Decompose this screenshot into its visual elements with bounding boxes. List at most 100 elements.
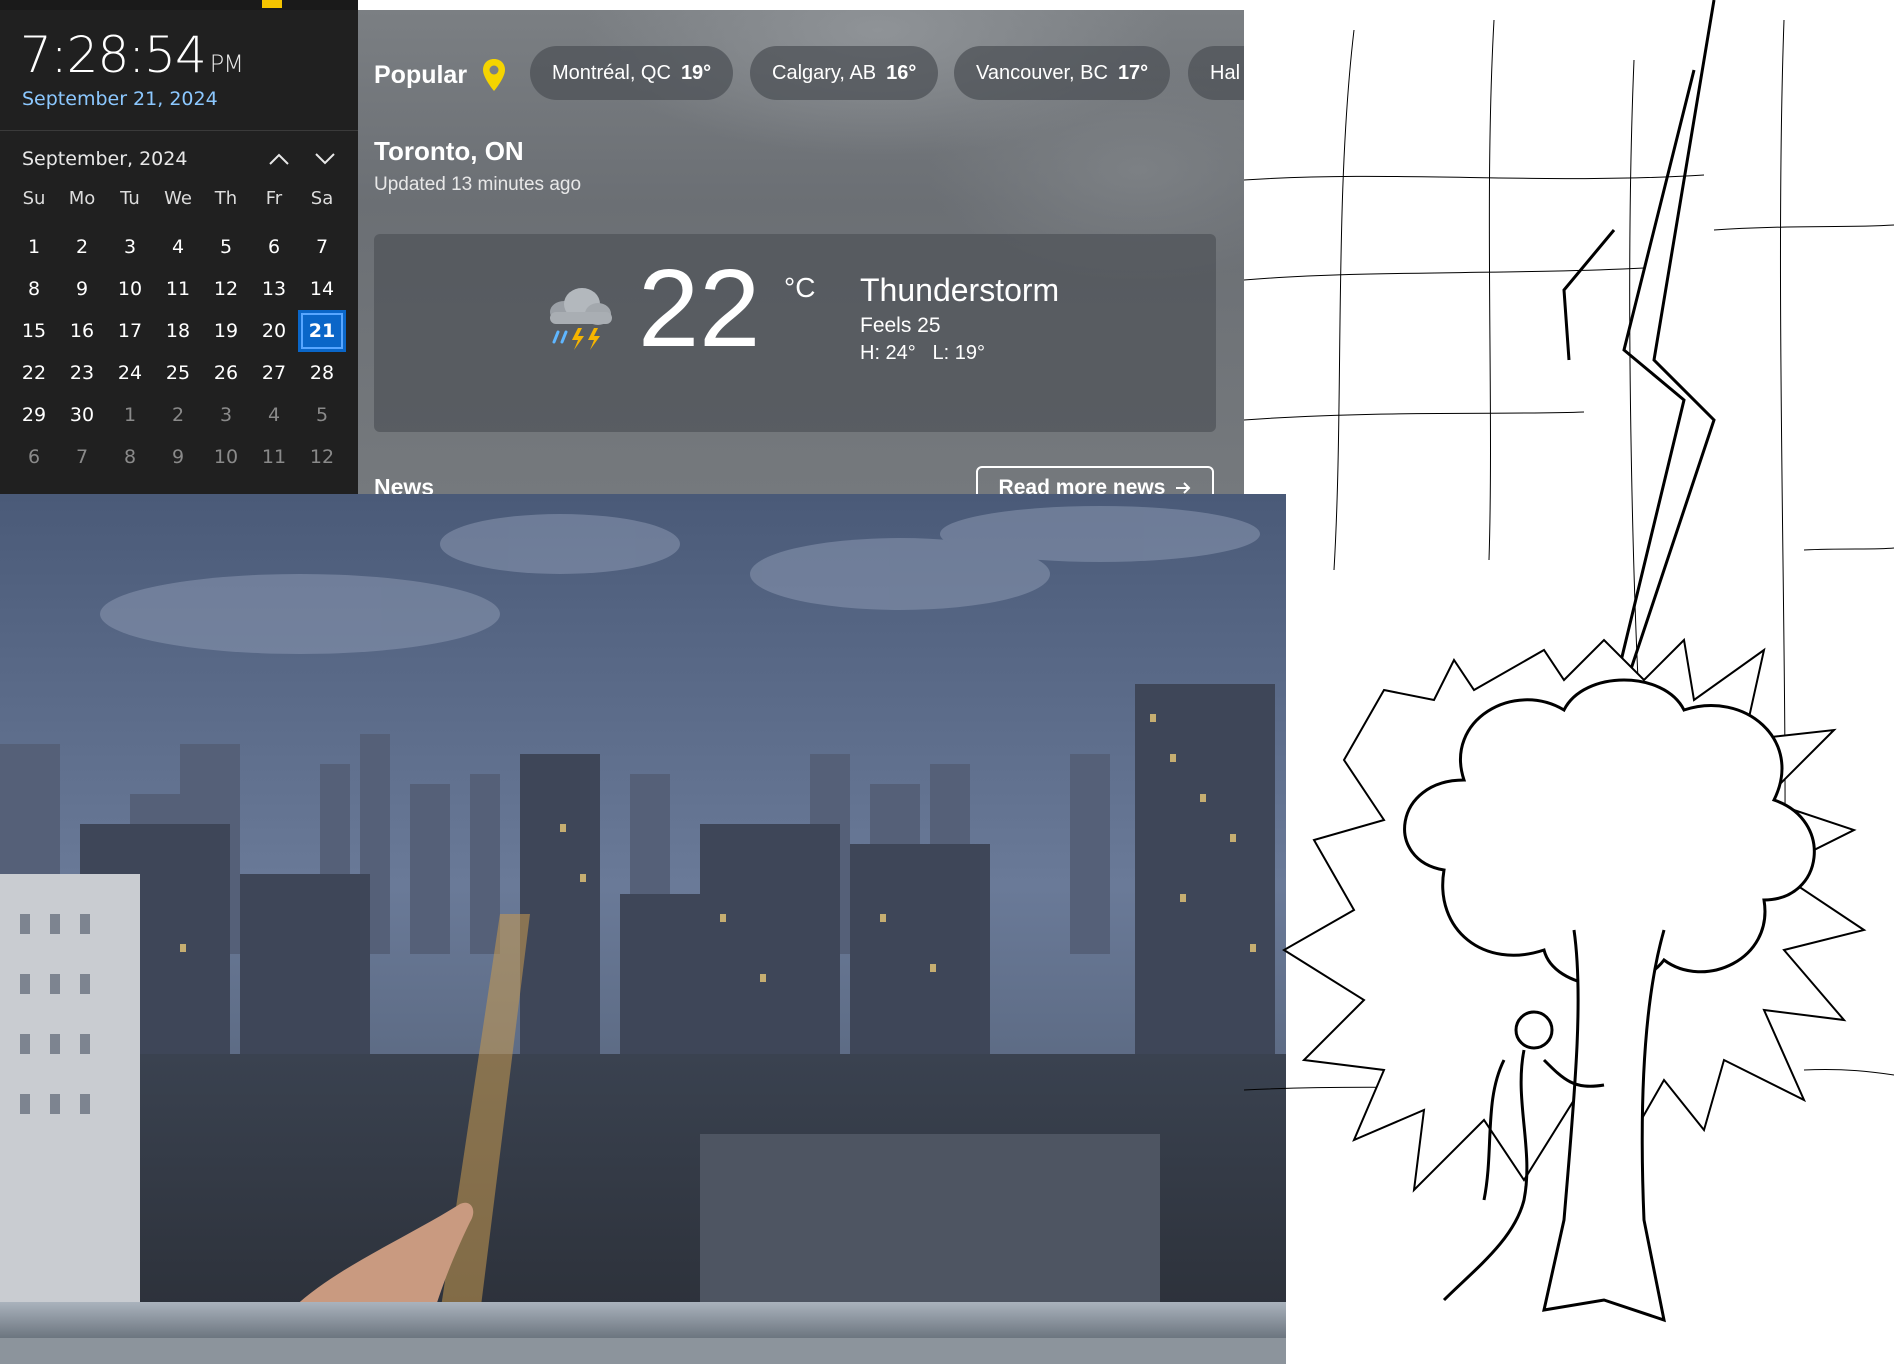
city-temp: 17°	[1117, 61, 1149, 84]
calendar-day[interactable]: 11	[154, 268, 202, 310]
weather-app: Popular Montréal, QC 19° Calgary, AB 16° V…	[358, 10, 1244, 494]
calendar-flyout: 7:28:54 PM September 21, 2024 September, …	[0, 0, 358, 494]
city-name: Hal	[1210, 61, 1241, 84]
calendar-day[interactable]: 2	[154, 394, 202, 436]
calendar-day[interactable]: 4	[250, 394, 298, 436]
calendar-day[interactable]: 11	[250, 436, 298, 478]
city-name: Montréal, QC	[552, 61, 671, 84]
lightning-tree-sketch	[1244, 0, 1894, 1323]
high-low: H: 24° L: 19°	[860, 342, 985, 365]
weekday-header: Su	[22, 187, 46, 209]
calendar-day[interactable]: 30	[58, 394, 106, 436]
current-temperature: 22	[638, 247, 761, 370]
updated-time: Updated 13 minutes ago	[374, 174, 582, 195]
read-more-news-button[interactable]: Read more news	[976, 466, 1214, 494]
clock-time: 7:28:54	[20, 26, 207, 84]
railing-base	[0, 1338, 1286, 1364]
calendar-day[interactable]: 7	[58, 436, 106, 478]
calendar-day[interactable]: 10	[106, 268, 154, 310]
chevron-down-icon	[315, 153, 335, 165]
calendar-day[interactable]: 19	[202, 310, 250, 352]
popular-heading: Popular	[374, 58, 507, 92]
calendar-day[interactable]: 12	[298, 436, 346, 478]
thunderstorm-icon	[550, 288, 612, 350]
location-title: Toronto, ON	[374, 136, 524, 166]
divider	[0, 130, 358, 131]
rooftop-complex	[700, 1134, 1160, 1314]
calendar-day[interactable]: 3	[202, 394, 250, 436]
calendar-day[interactable]: 7	[298, 226, 346, 268]
calendar-day[interactable]: 12	[202, 268, 250, 310]
calendar-day[interactable]: 28	[298, 352, 346, 394]
popular-city-vancouver[interactable]: Vancouver, BC 17°	[954, 46, 1171, 100]
condition-text: Thunderstorm	[860, 272, 1060, 308]
calendar-day[interactable]: 8	[106, 436, 154, 478]
weekday-header: Sa	[310, 187, 334, 209]
popular-city-calgary[interactable]: Calgary, AB 16°	[750, 46, 939, 100]
calendar-day[interactable]: 22	[10, 352, 58, 394]
city-name: Vancouver, BC	[976, 61, 1108, 84]
taskbar-highlight	[262, 0, 282, 8]
calendar-day[interactable]: 1	[106, 394, 154, 436]
calendar-day[interactable]: 20	[250, 310, 298, 352]
calendar-day[interactable]: 13	[250, 268, 298, 310]
calendar-day[interactable]: 18	[154, 310, 202, 352]
calendar-day[interactable]: 1	[10, 226, 58, 268]
month-header[interactable]: September, 2024	[22, 148, 187, 170]
calendar-day[interactable]: 27	[250, 352, 298, 394]
calendar-day[interactable]: 15	[10, 310, 58, 352]
calendar-day[interactable]: 25	[154, 352, 202, 394]
calendar-day[interactable]: 9	[58, 268, 106, 310]
calendar-grid: Su Mo Tu We Th Fr Sa 1 2 3 4 5 6 7 8 9 10 11 12 13 14 15 16 17 1…	[10, 184, 350, 478]
chevron-up-icon	[269, 153, 289, 165]
high-temp: H: 24°	[860, 342, 916, 364]
feels-like: Feels 25	[860, 314, 941, 337]
city-temp: 16°	[886, 61, 917, 84]
calendar-day[interactable]: 6	[250, 226, 298, 268]
calendar-day-today[interactable]: 21	[298, 310, 346, 352]
location-pin-icon	[481, 58, 507, 92]
low-temp: L: 19°	[932, 342, 985, 364]
next-month-button[interactable]	[310, 146, 340, 172]
calendar-day[interactable]: 24	[106, 352, 154, 394]
news-heading: News	[374, 474, 435, 494]
lightning-bolt	[1562, 0, 1716, 691]
weekday-header: Mo	[68, 187, 96, 209]
taskbar-strip	[0, 0, 358, 10]
calendar-day[interactable]: 14	[298, 268, 346, 310]
weekday-header: Tu	[120, 187, 140, 209]
calendar-day[interactable]: 5	[202, 226, 250, 268]
clock-ampm: PM	[209, 50, 244, 78]
popular-city-montreal[interactable]: Montréal, QC 19°	[530, 46, 734, 100]
calendar-day[interactable]: 3	[106, 226, 154, 268]
city-temp: 19°	[680, 61, 712, 84]
calendar-day[interactable]: 23	[58, 352, 106, 394]
foreground-building	[0, 874, 140, 1364]
calendar-day[interactable]: 5	[298, 394, 346, 436]
calendar-day[interactable]: 2	[58, 226, 106, 268]
calendar-day[interactable]: 8	[10, 268, 58, 310]
previous-month-button[interactable]	[264, 146, 294, 172]
read-more-label: Read more news	[998, 476, 1166, 494]
calendar-day[interactable]: 17	[106, 310, 154, 352]
long-date-link[interactable]: September 21, 2024	[22, 88, 218, 110]
weekday-header: Th	[214, 187, 238, 209]
clock: 7:28:54 PM	[20, 26, 244, 84]
city-photo	[0, 494, 1286, 1364]
calendar-day[interactable]: 16	[58, 310, 106, 352]
calendar-day[interactable]: 9	[154, 436, 202, 478]
calendar-day[interactable]: 4	[154, 226, 202, 268]
weekday-header: We	[164, 187, 192, 209]
popular-city-halifax[interactable]: Hal	[1188, 46, 1244, 100]
calendar-day[interactable]: 29	[10, 394, 58, 436]
calendar-day[interactable]: 6	[10, 436, 58, 478]
arrow-right-icon	[1176, 482, 1191, 494]
weekday-header: Fr	[265, 187, 283, 209]
calendar-day[interactable]: 26	[202, 352, 250, 394]
balcony-railing	[0, 1302, 1286, 1338]
temperature-unit[interactable]: °C	[784, 272, 815, 304]
current-conditions-card: 22 °C Thunderstorm Feels 25 H: 24° L: 19…	[374, 234, 1216, 432]
city-name: Calgary, AB	[772, 61, 877, 84]
calendar-day[interactable]: 10	[202, 436, 250, 478]
popular-label: Popular	[374, 60, 468, 89]
